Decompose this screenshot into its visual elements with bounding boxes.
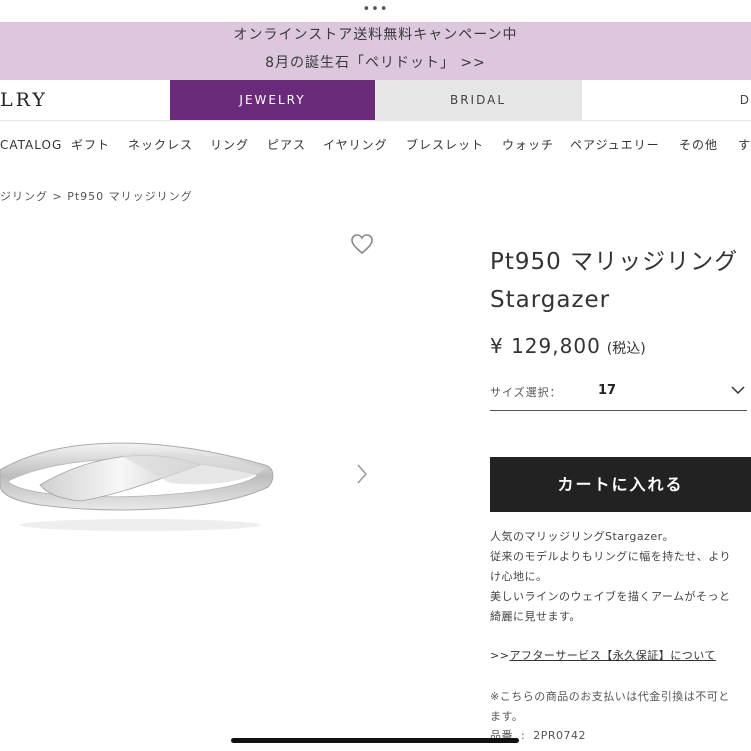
promo-banner: オンラインストア送料無料キャンペーン中 8月の誕生石「ペリドット」 >> [0, 22, 751, 80]
payment-note: ※こちらの商品のお支払いは代金引換は不可と ます。 [490, 687, 751, 727]
description-line: 綺麗に見せます。 [490, 610, 581, 623]
category-earring[interactable]: イヤリング [323, 136, 388, 154]
brand-bar: LRY JEWELRY BRIDAL D [0, 80, 751, 121]
category-necklace[interactable]: ネックレス [128, 136, 193, 154]
tab-third[interactable]: D [581, 80, 751, 120]
category-gift[interactable]: ギフト [71, 136, 110, 154]
category-all[interactable]: す [738, 136, 751, 154]
category-watch[interactable]: ウォッチ [502, 136, 554, 154]
product-title-line2: Stargazer [490, 287, 611, 313]
promo-birthstone-link[interactable]: 8月の誕生石「ペリドット」 >> [0, 52, 751, 74]
after-service-link[interactable]: アフターサービス【永久保証】について [509, 649, 715, 662]
product-code-value: 2PR0742 [533, 729, 586, 742]
category-catalog[interactable]: CATALOG [0, 136, 62, 154]
ring-image [0, 442, 274, 531]
category-pierce[interactable]: ピアス [267, 136, 306, 154]
heart-icon[interactable] [350, 233, 374, 255]
tax-label: (税込) [606, 341, 646, 357]
category-nav: CATALOG ギフト ネックレス リング ピアス イヤリング ブレスレット ウ… [0, 136, 751, 154]
category-bracelet[interactable]: ブレスレット [406, 136, 484, 154]
category-other[interactable]: その他 [679, 136, 718, 154]
add-to-cart-button[interactable]: カートに入れる [490, 457, 751, 512]
chevron-down-icon[interactable] [731, 384, 745, 396]
size-select[interactable]: サイズ選択： 17 [490, 378, 747, 411]
category-pair-jewelry[interactable]: ペアジュエリー [570, 136, 660, 154]
after-service-prefix: >> [490, 649, 510, 662]
home-indicator[interactable] [231, 738, 519, 743]
breadcrumb[interactable]: ジリング > Pt950 マリッジリング [0, 189, 193, 205]
site-logo[interactable]: LRY [0, 80, 48, 121]
description-line: 従来のモデルよりもリングに幅を持たせ、より [490, 550, 732, 563]
promo-shipping-text[interactable]: オンラインストア送料無料キャンペーン中 [0, 24, 751, 46]
browser-menu-dots[interactable]: ••• [0, 3, 751, 16]
tab-jewelry[interactable]: JEWELRY [170, 80, 375, 120]
product-title-line1: Pt950 マリッジリング [490, 249, 739, 275]
price-row: ¥ 129,800 (税込) [490, 334, 646, 358]
note-line: ます。 [490, 710, 524, 723]
tab-bridal[interactable]: BRIDAL [375, 80, 581, 120]
description-line: 美しいラインのウェイブを描くアームがそっと [490, 590, 731, 603]
size-select-label: サイズ選択： [490, 386, 562, 399]
description-line: 人気のマリッジリングStargazer。 [490, 530, 675, 543]
product-title: Pt950 マリッジリング Stargazer [490, 243, 751, 319]
chevron-right-icon[interactable] [354, 462, 370, 486]
product-description: 人気のマリッジリングStargazer。 従来のモデルよりもリングに幅を持たせ、… [490, 527, 751, 627]
description-line: け心地に。 [490, 570, 548, 583]
product-price: ¥ 129,800 [490, 334, 601, 358]
after-service-row: >>アフターサービス【永久保証】について [490, 647, 716, 663]
size-select-value[interactable]: 17 [598, 383, 616, 398]
category-ring[interactable]: リング [210, 136, 249, 154]
note-line: ※こちらの商品のお支払いは代金引換は不可と [490, 690, 730, 703]
